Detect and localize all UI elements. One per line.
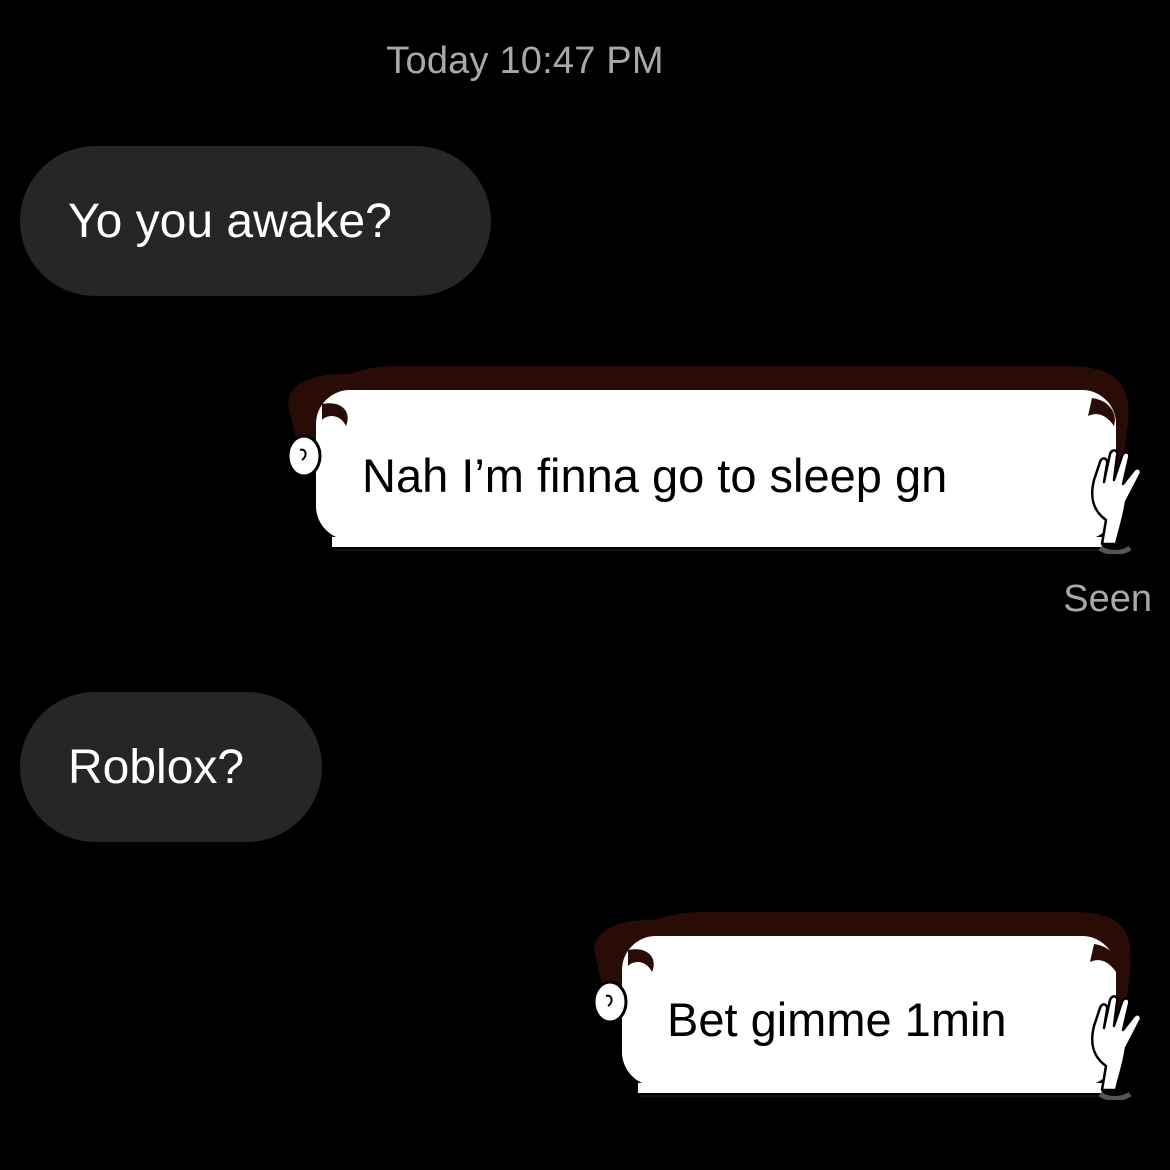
- outgoing-message-bubble[interactable]: Bet gimme 1min: [588, 910, 1152, 1110]
- message-text: Roblox?: [68, 740, 245, 794]
- waving-hand-icon: [1090, 449, 1143, 554]
- incoming-message-bubble[interactable]: Yo you awake?: [20, 146, 491, 296]
- outgoing-message-bubble[interactable]: Nah I’m finna go to sleep gn: [282, 364, 1152, 564]
- message-text: Nah I’m finna go to sleep gn: [362, 449, 948, 502]
- waving-hand-icon: [1090, 995, 1143, 1100]
- read-receipt: Seen: [1063, 578, 1152, 620]
- message-text: Yo you awake?: [68, 194, 392, 248]
- message-text: Bet gimme 1min: [667, 993, 1007, 1046]
- incoming-message-bubble[interactable]: Roblox?: [20, 692, 322, 842]
- message-timestamp: Today 10:47 PM: [386, 40, 664, 82]
